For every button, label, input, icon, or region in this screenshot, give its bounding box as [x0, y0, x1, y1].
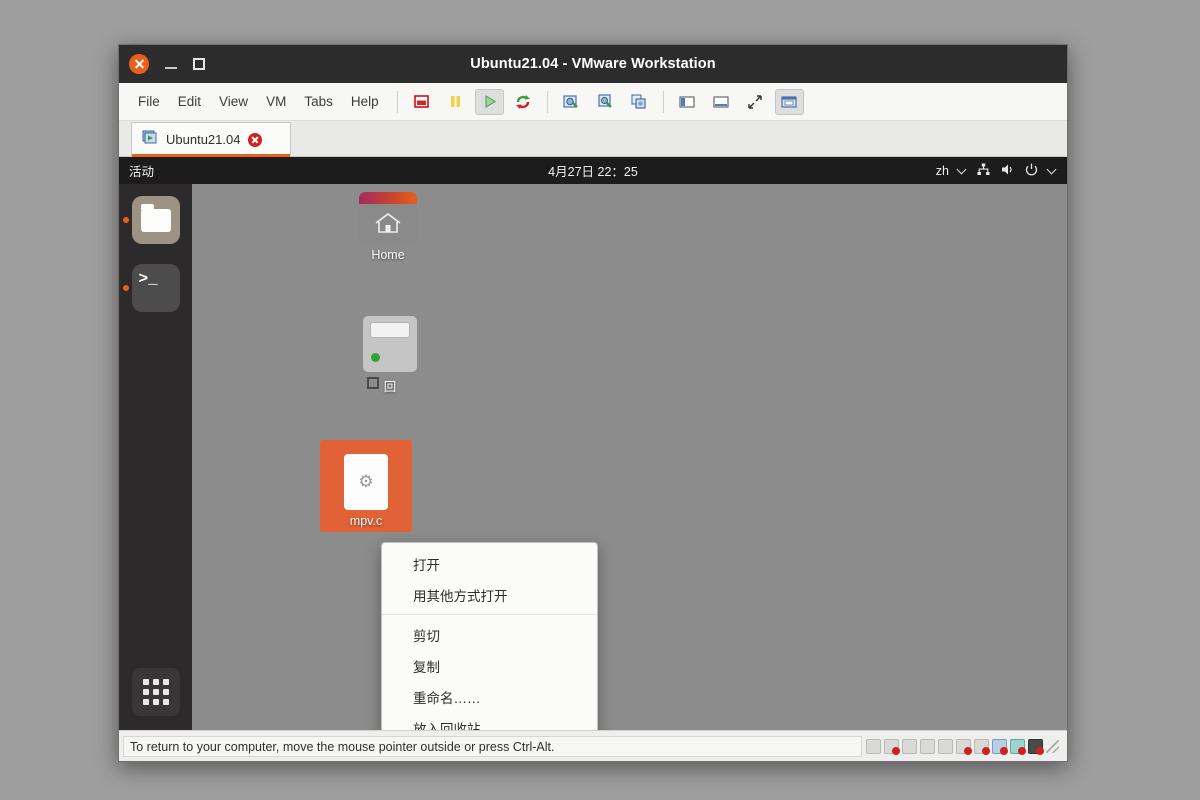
hard-disk-icon[interactable]: [866, 738, 881, 754]
snapshot-revert-icon[interactable]: [591, 89, 620, 115]
desktop-icon-label: Home: [371, 248, 405, 262]
camera-icon[interactable]: [1010, 738, 1026, 755]
running-indicator: [122, 217, 129, 223]
snapshot-manager-icon[interactable]: [625, 89, 654, 115]
guest-screen: 活动 4月27日 22：25 zh >_ Home 回 ⚙ mpv.c 打开 用…: [119, 157, 1067, 730]
vmware-statusbar: To return to your computer, move the mou…: [119, 730, 1067, 761]
monitor-icon[interactable]: [1028, 738, 1044, 755]
tab-label: Ubuntu21.04: [166, 132, 241, 147]
clock-datetime[interactable]: 4月27日 22：25: [119, 161, 1067, 180]
mpv-file-icon: ⚙: [344, 454, 388, 510]
maximize-button[interactable]: [193, 58, 205, 70]
close-tab-icon[interactable]: [248, 132, 263, 147]
toolbar-divider: [662, 90, 664, 113]
tab-ubuntu2104[interactable]: Ubuntu21.04: [131, 122, 291, 157]
show-sidebar-icon[interactable]: [673, 89, 702, 115]
house-glyph: [375, 213, 401, 233]
unity-mode-icon[interactable]: [774, 88, 804, 115]
dock-item-terminal[interactable]: >_: [122, 264, 180, 312]
toolbar-power-group: [407, 88, 538, 115]
menu-view[interactable]: View: [210, 90, 257, 113]
play-icon[interactable]: [474, 88, 504, 115]
network-adapter-icon[interactable]: [902, 738, 917, 754]
chevron-down-icon[interactable]: [1048, 166, 1057, 175]
bluetooth-icon[interactable]: [992, 738, 1008, 755]
gear-icon: ⚙: [358, 472, 374, 491]
printer-icon[interactable]: [920, 738, 935, 754]
vmware-workstation-window: Ubuntu21.04 - VMware Workstation File Ed…: [118, 44, 1068, 762]
menubar-toolbar: File Edit View VM Tabs Help: [119, 83, 1067, 121]
trash-slot: [370, 322, 410, 338]
menu-tabs[interactable]: Tabs: [295, 90, 342, 113]
eject-badge-icon: [367, 377, 379, 389]
suspend-icon[interactable]: [441, 89, 470, 115]
status-tray: [866, 738, 1067, 755]
desktop-context-menu: 打开 用其他方式打开 剪切 复制 重命名…… 放入回收站 允许运行 Send t…: [381, 542, 598, 730]
toolbar-view-group: [673, 88, 804, 115]
window-controls: [119, 54, 205, 74]
vm-icon: [142, 129, 158, 150]
menu-vm[interactable]: VM: [257, 90, 295, 113]
sound-card-icon[interactable]: [938, 738, 953, 754]
desktop-icon-mpv[interactable]: ⚙ mpv.c: [320, 440, 412, 532]
snapshot-take-icon[interactable]: [557, 89, 586, 115]
desktop-icon-home[interactable]: Home: [345, 192, 431, 262]
menu-file[interactable]: File: [129, 90, 169, 113]
menu-rename[interactable]: 重命名……: [382, 681, 597, 712]
ubuntu-dock: >_: [119, 184, 192, 730]
ubuntu-desktop[interactable]: >_ Home 回 ⚙ mpv.c 打开 用其他方式打开 剪切 复制 重命名………: [119, 184, 1067, 730]
toolbar-divider: [396, 90, 398, 113]
restart-icon[interactable]: [509, 89, 538, 115]
home-folder-icon: [359, 192, 417, 244]
status-message: To return to your computer, move the mou…: [123, 735, 862, 757]
display-icon[interactable]: [974, 738, 990, 755]
toolbar-divider: [546, 90, 548, 113]
chevron-down-icon[interactable]: [958, 166, 967, 175]
volume-icon[interactable]: [1000, 162, 1015, 180]
power-off-icon[interactable]: [407, 89, 436, 115]
window-title: Ubuntu21.04 - VMware Workstation: [470, 56, 716, 72]
menu-help[interactable]: Help: [342, 90, 388, 113]
desktop-icon-label: mpv.c: [349, 514, 383, 528]
resize-grip[interactable]: [1046, 739, 1059, 753]
terminal-icon: >_: [138, 270, 158, 288]
menu-edit[interactable]: Edit: [169, 90, 210, 113]
menu-cut[interactable]: 剪切: [382, 619, 597, 650]
desktop-icon-trash[interactable]: 回: [347, 316, 433, 395]
folder-icon: [140, 203, 171, 232]
show-applications-icon[interactable]: [131, 668, 180, 716]
minimize-button[interactable]: [163, 56, 179, 72]
dock-item-files[interactable]: [122, 196, 180, 244]
keyboard-layout-indicator[interactable]: zh: [936, 164, 949, 178]
mounted-indicator: [371, 353, 380, 362]
running-indicator: [122, 285, 129, 291]
usb-controller-icon[interactable]: [956, 738, 972, 755]
menu-move-to-trash[interactable]: 放入回收站: [382, 712, 597, 731]
fullscreen-icon[interactable]: [741, 89, 770, 115]
menu-open[interactable]: 打开: [382, 548, 597, 579]
desktop-icon-label: 回: [383, 380, 397, 394]
network-icon[interactable]: [976, 162, 991, 180]
menu-separator: [382, 614, 597, 615]
close-button[interactable]: [129, 54, 149, 74]
trash-icon: [363, 316, 417, 389]
menu-copy[interactable]: 复制: [382, 650, 597, 681]
menu-open-with[interactable]: 用其他方式打开: [382, 579, 597, 610]
activities-button[interactable]: 活动: [119, 161, 154, 180]
menubar: File Edit View VM Tabs Help: [119, 90, 388, 113]
toolbar-snapshot-group: [557, 89, 654, 115]
show-thumbnail-icon[interactable]: [707, 89, 736, 115]
vm-tabstrip: Ubuntu21.04: [119, 121, 1067, 157]
power-icon[interactable]: [1024, 162, 1039, 180]
gnome-top-bar: 活动 4月27日 22：25 zh: [119, 157, 1067, 184]
cdrom-icon[interactable]: [884, 738, 900, 755]
system-tray: zh: [936, 157, 1057, 184]
window-titlebar: Ubuntu21.04 - VMware Workstation: [119, 45, 1067, 83]
